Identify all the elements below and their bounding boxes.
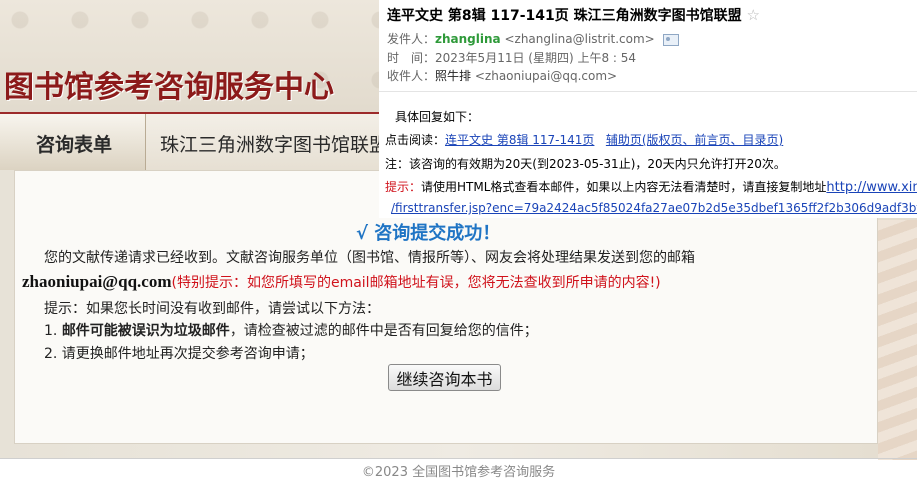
service-title: 图书馆参考咨询服务中心 [4, 70, 334, 105]
tab-library-union[interactable]: 珠江三角洲数字图书馆联盟 [160, 130, 388, 157]
tip-text: 请使用HTML格式查看本邮件，如果以上内容无法看清楚时，请直接复制地址 [421, 180, 827, 194]
tip-row: 提示：请使用HTML格式查看本邮件，如果以上内容无法看清楚时，请直接复制地址ht… [385, 178, 917, 195]
sender-name[interactable]: zhanglina [435, 32, 501, 46]
email-subject: 连平文史 第8辑 117-141页 珠江三角洲数字图书馆联盟 ☆ [387, 5, 760, 25]
from-label: 发件人： [387, 32, 436, 46]
email-from-row: 发件人：zhanglina <zhanglina@listrit.com> [387, 30, 679, 47]
validity-note: 注：该咨询的有效期为20天(到2023-05-31止)，20天内只允许打开20次… [385, 157, 786, 171]
success-title: √ 咨询提交成功！ [356, 223, 501, 244]
tip-url-link[interactable]: http://www.xinyu [826, 180, 917, 195]
click-read-row: 点击阅读：连平文史 第8辑 117-141页 辅助页(版权页、前言页、目录页) [385, 131, 783, 148]
time-value: 2023年5月11日 (星期四) 上午8 : 54 [435, 51, 637, 65]
email-time-row: 时 间：2023年5月11日 (星期四) 上午8 : 54 [387, 49, 636, 66]
sender-address: <zhanglina@listrit.com> [504, 32, 655, 46]
tab-consult-form[interactable]: 咨询表单 [0, 114, 146, 170]
email-view: 连平文史 第8辑 117-141页 珠江三角洲数字图书馆联盟 ☆ 发件人：zha… [379, 0, 917, 218]
email-header: 连平文史 第8辑 117-141页 珠江三角洲数字图书馆联盟 ☆ 发件人：zha… [379, 0, 917, 92]
received-message: 您的文献传递请求已经收到。文献咨询服务单位（图书馆、情报所等）、网友会将处理结果… [44, 250, 695, 266]
user-email-address: zhaoniupai@qq.com [22, 272, 172, 291]
tab-bar: 咨询表单 珠江三角洲数字图书馆联盟 [0, 112, 388, 172]
reply-intro: 具体回复如下： [395, 110, 480, 124]
hint-1-text: ，请检查被过滤的邮件中是否有回复给您的信件； [229, 323, 538, 339]
footer-divider [0, 458, 917, 459]
email-subject-text: 连平文史 第8辑 117-141页 珠江三角洲数字图书馆联盟 [387, 8, 742, 24]
continue-consult-button[interactable]: 继续咨询本书 [388, 364, 501, 391]
main-document-link[interactable]: 连平文史 第8辑 117-141页 [445, 133, 594, 147]
star-icon[interactable]: ☆ [747, 6, 760, 24]
email-row: zhaoniupai@qq.com(特别提示：如您所填写的email邮箱地址有误… [22, 272, 661, 292]
email-divider [379, 91, 917, 92]
hint-item-2: 2. 请更换邮件地址再次提交参考咨询申请； [44, 346, 314, 362]
time-label: 时 间： [387, 51, 436, 65]
hint-item-1: 1. 邮件可能被误识为垃圾邮件，请检查被过滤的邮件中是否有回复给您的信件； [44, 320, 538, 340]
email-to-row: 收件人：照牛排 <zhaoniupai@qq.com> [387, 67, 617, 84]
tip-label: 提示： [385, 180, 422, 194]
transfer-url-link[interactable]: /firsttransfer.jsp?enc=79a2424ac5f85024f… [391, 201, 917, 215]
to-label: 收件人： [387, 69, 436, 83]
hint-1-bold: 邮件可能被误识为垃圾邮件 [61, 323, 230, 339]
auxiliary-pages-link[interactable]: 辅助页(版权页、前言页、目录页) [606, 133, 783, 147]
click-read-label: 点击阅读： [385, 133, 446, 147]
hint-1-number: 1. [44, 323, 62, 339]
add-contact-icon[interactable] [662, 33, 679, 46]
copyright-text: ©2023 全国图书馆参考咨询服务 [361, 465, 556, 480]
receiver-name[interactable]: 照牛排 [435, 69, 471, 83]
tab-consult-form-label: 咨询表单 [36, 134, 113, 156]
email-warning: (特别提示：如您所填写的email邮箱地址有误，您将无法查收到所申请的内容!) [171, 275, 661, 291]
receiver-address: <zhaoniupai@qq.com> [474, 69, 618, 83]
hint-intro: 提示：如果您长时间没有收到邮件，请尝试以下方法： [44, 301, 380, 317]
decorative-border [878, 220, 917, 460]
